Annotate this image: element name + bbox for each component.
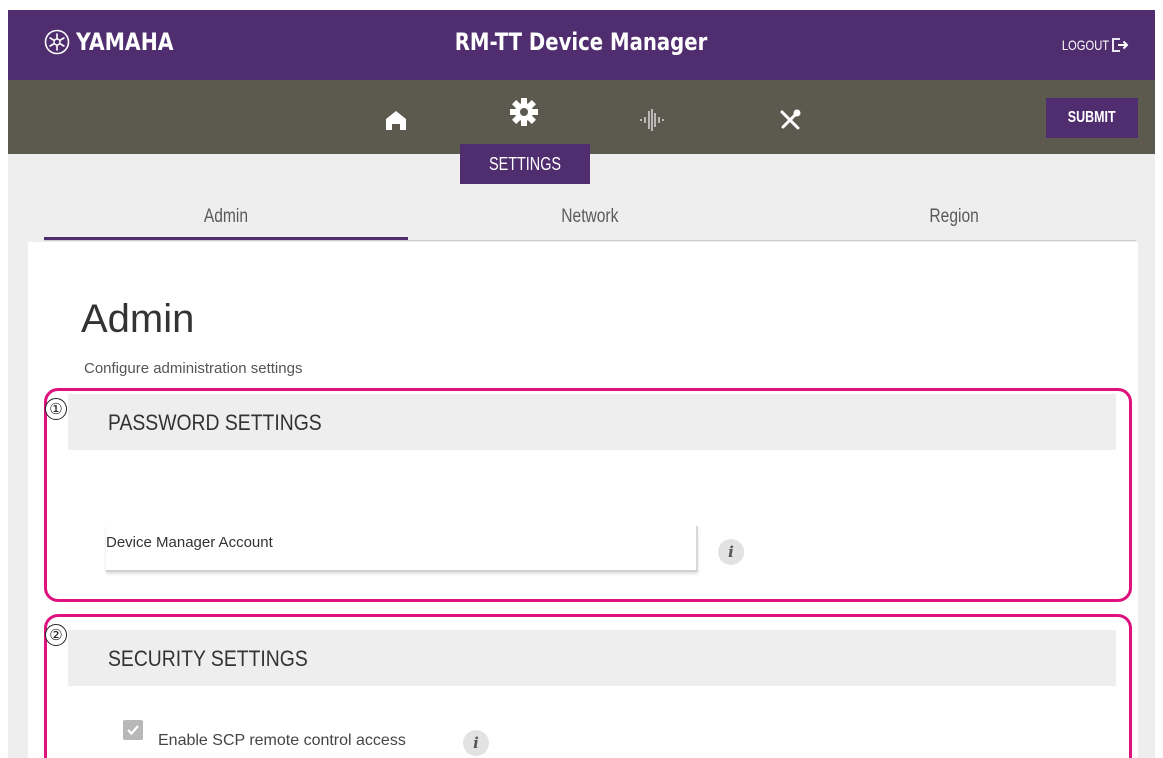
callout-box-2 xyxy=(44,614,1132,758)
page-subtitle: Configure administration settings xyxy=(84,360,303,377)
tab-region[interactable]: Region xyxy=(772,198,1136,240)
logout-button[interactable]: LOGOUT xyxy=(1050,37,1131,53)
tab-network[interactable]: Network xyxy=(408,198,772,240)
main-toolbar: SUBMIT xyxy=(8,80,1155,154)
submit-button[interactable]: SUBMIT xyxy=(1046,98,1138,138)
logout-label: LOGOUT xyxy=(1061,37,1109,53)
tab-region-label: Region xyxy=(929,206,979,227)
tab-admin[interactable]: Admin xyxy=(44,198,408,240)
callout-number-1: ① xyxy=(45,398,67,420)
active-section-label: SETTINGS xyxy=(460,144,590,184)
page-title: Admin xyxy=(81,297,195,341)
gear-icon[interactable] xyxy=(506,94,542,130)
active-section-text: SETTINGS xyxy=(488,153,561,174)
app-title-text: RM-TT Device Manager xyxy=(455,28,708,56)
app-title: RM-TT Device Manager xyxy=(8,28,1155,56)
audio-waveform-icon[interactable] xyxy=(634,102,670,138)
callout-number-2: ② xyxy=(45,624,67,646)
tools-icon[interactable] xyxy=(772,102,808,138)
logout-icon xyxy=(1112,38,1129,52)
callout-box-1 xyxy=(44,388,1132,602)
settings-tabs: Admin Network Region xyxy=(44,198,1136,241)
top-header: YAMAHA RM-TT Device Manager LOGOUT xyxy=(8,10,1155,80)
tab-network-label: Network xyxy=(561,206,619,227)
tab-admin-label: Admin xyxy=(203,206,249,227)
home-icon[interactable] xyxy=(378,102,414,138)
submit-label: SUBMIT xyxy=(1068,109,1116,126)
